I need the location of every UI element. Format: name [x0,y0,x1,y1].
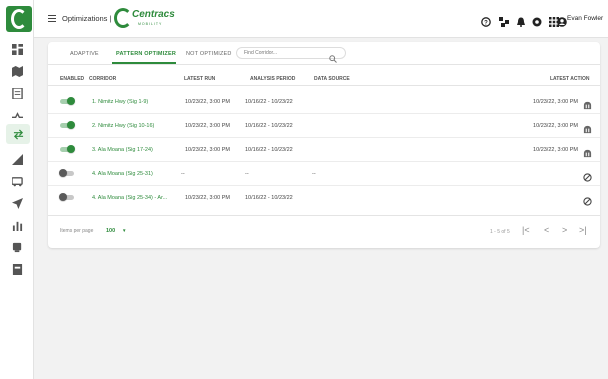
disabled-icon[interactable] [583,169,592,182]
corridor-link[interactable]: 3. Ala Moana (Sig 17-24) [92,147,153,153]
latest-run: 10/23/22, 3:00 PM [185,195,230,201]
latest-action-date: 10/23/22, 3:00 PM [533,147,578,153]
analysis-period: 10/16/22 - 10/23/22 [245,195,293,201]
tab-adaptive[interactable]: ADAPTIVE [70,51,99,57]
column-header-enabled[interactable]: ENABLED [60,76,84,82]
app-logo[interactable] [6,6,32,32]
analysis-period: -- [245,171,249,177]
corridor-link[interactable]: 4. Ala Moana (Sig 25-34) - Ar... [92,195,167,201]
column-header-latest-action[interactable]: LATEST ACTION [550,76,589,82]
vehicle-icon[interactable] [12,176,23,187]
analysis-period: 10/16/22 - 10/23/22 [245,123,293,129]
table-row[interactable]: 2. Nimitz Hwy (Sig 10-16) 10/23/22, 3:00… [48,114,600,138]
latest-run: 10/23/22, 3:00 PM [185,99,230,105]
send-icon[interactable] [12,198,23,209]
breadcrumb: Optimizations | [62,14,112,23]
analysis-period: 10/16/22 - 10/23/22 [245,99,293,105]
help-icon[interactable]: ? [481,14,491,27]
brand-name: Centracs [132,9,175,20]
enabled-toggle[interactable] [59,193,74,201]
table-row[interactable]: 3. Ala Moana (Sig 17-24) 10/23/22, 3:00 … [48,138,600,162]
optimizations-card: ADAPTIVE PATTERN OPTIMIZER NOT OPTIMIZED… [48,42,600,248]
footer-divider [48,215,600,216]
column-header-corridor[interactable]: CORRIDOR [89,76,116,82]
support-icon[interactable] [532,14,542,27]
tab-not-optimized[interactable]: NOT OPTIMIZED [186,51,232,57]
latest-action-date: 10/23/22, 3:00 PM [533,123,578,129]
user-name[interactable]: Evan Fowler [567,15,603,22]
corridor-link[interactable]: 2. Nimitz Hwy (Sig 10-16) [92,123,154,129]
corridor-link[interactable]: 4. Ala Moana (Sig 25-31) [92,171,153,177]
top-bar: Optimizations | Centracs MOBILITY ? Evan… [34,0,608,38]
menu-icon[interactable] [48,15,56,22]
items-per-page-label: Items per page [60,228,94,234]
latest-run: -- [181,171,185,177]
notification-bell-icon[interactable] [516,14,526,27]
run-icon[interactable] [583,121,592,134]
first-page-button[interactable]: |< [522,225,530,235]
disabled-icon[interactable] [583,193,592,206]
header-divider [48,85,600,86]
table-row[interactable]: 1. Nimitz Hwy (Sig 1-9) 10/23/22, 3:00 P… [48,90,600,114]
signal-flow-icon[interactable] [12,110,23,121]
enabled-toggle[interactable] [59,169,74,177]
column-header-latest-run[interactable]: LATEST RUN [184,76,215,82]
prev-page-button[interactable]: < [544,225,549,235]
enabled-toggle[interactable] [60,145,75,153]
latest-run: 10/23/22, 3:00 PM [185,147,230,153]
user-avatar-icon[interactable] [557,14,567,27]
items-per-page-select[interactable]: 100 [106,228,115,234]
svg-text:?: ? [484,21,488,27]
chevron-down-icon[interactable]: ▼ [122,228,126,233]
enabled-toggle[interactable] [60,121,75,129]
column-header-data-source[interactable]: DATA SOURCE [314,76,350,82]
report-icon[interactable] [12,88,23,99]
column-header-analysis-period[interactable]: ANALYSIS PERIOD [250,76,295,82]
enabled-toggle[interactable] [60,97,75,105]
analysis-period: 10/16/22 - 10/23/22 [245,147,293,153]
bar-chart-icon[interactable] [12,220,23,231]
ramp-icon[interactable] [12,154,23,165]
document-icon[interactable] [12,264,23,275]
optimizations-icon[interactable] [6,124,30,144]
pagination-range: 1 - 5 of 5 [490,229,510,235]
network-icon[interactable] [499,14,509,27]
latest-action-date: 10/23/22, 3:00 PM [533,99,578,105]
map-icon[interactable] [12,66,23,77]
latest-run: 10/23/22, 3:00 PM [185,123,230,129]
tab-divider [48,64,600,65]
table-row[interactable]: 4. Ala Moana (Sig 25-34) - Ar... 10/23/2… [48,186,600,210]
run-icon[interactable] [583,97,592,110]
last-page-button[interactable]: >| [579,225,587,235]
table-row[interactable]: 4. Ala Moana (Sig 25-31) -- -- -- [48,162,600,186]
data-source: -- [312,171,316,177]
search-icon[interactable] [329,50,337,63]
corridor-search [236,47,346,63]
alert-device-icon[interactable] [12,242,23,253]
search-input[interactable] [244,49,324,57]
tab-pattern-optimizer[interactable]: PATTERN OPTIMIZER [116,51,176,57]
centracs-logo-icon [114,8,132,28]
sidebar [0,0,34,379]
corridor-link[interactable]: 1. Nimitz Hwy (Sig 1-9) [92,99,148,105]
brand-subtitle: MOBILITY [138,22,163,26]
run-icon[interactable] [583,145,592,158]
dashboard-icon[interactable] [12,44,23,55]
next-page-button[interactable]: > [562,225,567,235]
